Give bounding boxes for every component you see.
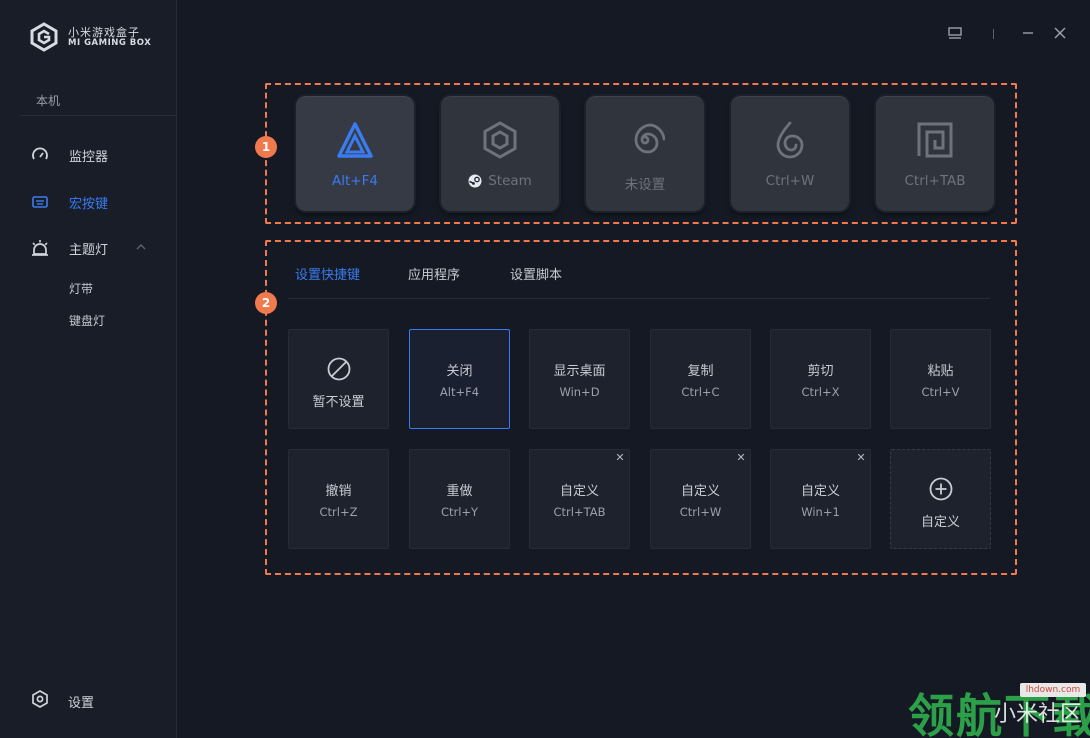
hexagon-icon [483, 121, 517, 159]
app-logo: 小米游戏盒子 MI GAMING BOX [30, 22, 170, 52]
tab-applications[interactable]: 应用程序 [408, 264, 460, 283]
settings-button[interactable]: 设置 [30, 690, 94, 712]
shortcut-title: 重做 [446, 484, 473, 499]
triangle-logo-icon [337, 122, 373, 158]
shortcut-key: Alt+F4 [439, 385, 480, 399]
shortcut-key: Ctrl+V [921, 385, 960, 399]
divider [20, 115, 177, 116]
remove-shortcut-icon[interactable]: ✕ [735, 452, 747, 464]
sidebar-item-label: 宏按键 [69, 196, 109, 212]
settings-label: 设置 [68, 695, 95, 711]
steam-label-row: Steam [441, 173, 559, 189]
tab-set-script[interactable]: 设置脚本 [510, 264, 562, 283]
spiral-icon [634, 123, 665, 154]
shortcut-card-show-desktop[interactable]: 显示桌面 Win+D [529, 329, 630, 429]
shortcut-card-close[interactable]: 关闭 Alt+F4 [409, 329, 510, 429]
shortcut-key: Ctrl+W [679, 505, 722, 519]
swirl-drop-icon [776, 121, 804, 159]
macro-slot-label: Ctrl+TAB [904, 173, 966, 189]
lamp-icon [30, 238, 50, 258]
macro-slot-2[interactable]: Steam [441, 96, 559, 211]
shortcut-title: 暂不设置 [312, 395, 365, 410]
remove-shortcut-icon[interactable]: ✕ [855, 452, 867, 464]
sidebar-subitem-light-strip[interactable]: 灯带 [69, 280, 93, 297]
device-label: 本机 [36, 94, 61, 108]
sidebar-subitem-keyboard-light[interactable]: 键盘灯 [69, 312, 105, 329]
shortcut-key: Win+D [559, 385, 600, 399]
shortcut-card-paste[interactable]: 粘贴 Ctrl+V [890, 329, 991, 429]
shortcut-title: 粘贴 [927, 364, 954, 379]
sidebar-item-macro-keys[interactable]: 宏按键 [30, 190, 108, 214]
macro-slot-label: Steam [488, 173, 532, 189]
macro-slot-1[interactable]: Alt+F4 [296, 96, 414, 211]
sidebar-item-label: 监控器 [69, 149, 109, 165]
shortcut-title: 复制 [687, 364, 714, 379]
square-spiral-icon [917, 122, 953, 158]
prohibited-icon [327, 357, 351, 381]
shortcut-title: 显示桌面 [553, 364, 606, 379]
macro-slot-5[interactable]: Ctrl+TAB [876, 96, 994, 211]
chevron-up-icon[interactable] [136, 242, 146, 252]
shortcut-card-custom-2[interactable]: ✕ 自定义 Ctrl+W [650, 449, 751, 549]
tab-set-shortcut[interactable]: 设置快捷键 [295, 264, 360, 283]
shortcut-card-redo[interactable]: 重做 Ctrl+Y [409, 449, 510, 549]
gear-icon [30, 689, 50, 713]
add-custom-shortcut-button[interactable]: 自定义 [890, 449, 991, 549]
macro-slot-label: Ctrl+W [765, 173, 815, 189]
shortcut-key: Ctrl+TAB [553, 505, 606, 519]
shortcut-key: Ctrl+X [801, 385, 840, 399]
watermark-community: 小米社区 [994, 702, 1083, 727]
minimize-icon [1023, 32, 1033, 34]
shortcut-key: Ctrl+C [681, 385, 720, 399]
close-icon [1054, 27, 1066, 39]
shortcut-card-undo[interactable]: 撤销 Ctrl+Z [288, 449, 389, 549]
plus-circle-icon [929, 477, 953, 501]
sidebar: 小米游戏盒子 MI GAMING BOX 本机 监控器 宏按键 主题灯 灯带 键… [0, 0, 177, 738]
shortcut-title: 关闭 [446, 364, 473, 379]
shortcut-title: 自定义 [559, 484, 599, 499]
mi-gaming-logo-icon [30, 22, 58, 52]
sidebar-item-label: 主题灯 [69, 242, 109, 258]
mini-mode-button[interactable] [946, 24, 964, 42]
window-mode-icon [948, 27, 962, 39]
shortcut-title: 剪切 [807, 364, 834, 379]
tab-divider [288, 298, 990, 299]
add-custom-label: 自定义 [920, 515, 960, 530]
remove-shortcut-icon[interactable]: ✕ [614, 452, 626, 464]
macro-slot-3[interactable]: 未设置 [586, 96, 704, 211]
shortcut-card-none[interactable]: 暂不设置 [288, 329, 389, 429]
steam-icon [468, 174, 482, 188]
sidebar-item-monitor[interactable]: 监控器 [30, 143, 108, 167]
shortcut-key: Ctrl+Z [319, 505, 358, 519]
keyboard-icon [30, 192, 50, 212]
shortcut-card-custom-3[interactable]: ✕ 自定义 Win+1 [770, 449, 871, 549]
shortcut-title: 自定义 [800, 484, 840, 499]
shortcut-key: Ctrl+Y [440, 505, 479, 519]
shortcut-card-copy[interactable]: 复制 Ctrl+C [650, 329, 751, 429]
shortcut-title: 自定义 [680, 484, 720, 499]
minimize-button[interactable] [1019, 24, 1037, 42]
watermark-site: lhdown.com [1020, 683, 1086, 697]
gauge-icon [30, 145, 50, 165]
macro-slot-label: 未设置 [624, 177, 666, 193]
window-controls-separator [993, 29, 994, 39]
macro-slot-4[interactable]: Ctrl+W [731, 96, 849, 211]
macro-slot-label: Alt+F4 [332, 173, 378, 189]
shortcut-card-custom-1[interactable]: ✕ 自定义 Ctrl+TAB [529, 449, 630, 549]
close-button[interactable] [1051, 24, 1069, 42]
shortcut-card-cut[interactable]: 剪切 Ctrl+X [770, 329, 871, 429]
shortcut-key: Win+1 [801, 505, 840, 519]
app-name-en: MI GAMING BOX [68, 38, 152, 48]
sidebar-item-theme-light[interactable]: 主题灯 [30, 236, 108, 260]
annotation-badge-2: 2 [255, 292, 277, 314]
shortcut-title: 撤销 [325, 484, 352, 499]
annotation-badge-1: 1 [255, 136, 277, 158]
